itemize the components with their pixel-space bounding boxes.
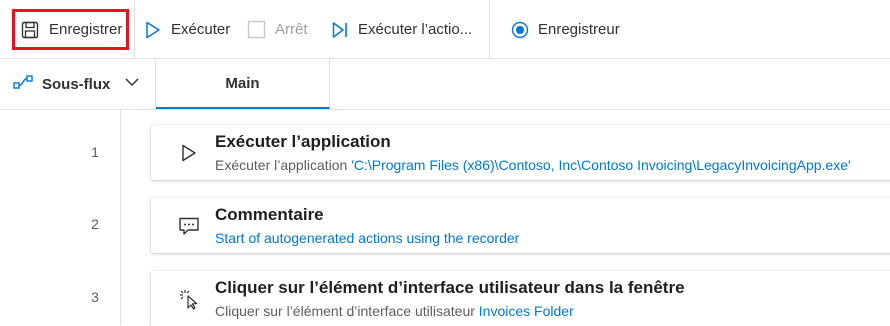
action-description: Cliquer sur l’élément d’interface utilis… bbox=[215, 303, 574, 319]
run-next-action-button[interactable]: Exécuter l’actio... bbox=[331, 0, 472, 59]
play-icon bbox=[177, 141, 201, 165]
action-run-application[interactable]: Exécuter l’application Exécuter l’applic… bbox=[151, 125, 890, 180]
run-next-action-label: Exécuter l’actio... bbox=[358, 21, 473, 38]
action-description-text: Cliquer sur l’élément d’interface utilis… bbox=[215, 303, 479, 319]
run-button[interactable]: Exécuter bbox=[144, 0, 230, 59]
action-title: Commentaire bbox=[215, 205, 324, 224]
play-icon bbox=[144, 20, 162, 40]
stop-icon bbox=[247, 20, 266, 39]
action-description: Start of autogenerated actions using the… bbox=[215, 230, 519, 246]
line-number: 1 bbox=[91, 144, 99, 160]
action-parameter-link[interactable]: 'C:\Program Files (x86)\Contoso, Inc\Con… bbox=[351, 157, 850, 173]
action-comment[interactable]: Commentaire Start of autogenerated actio… bbox=[151, 198, 890, 253]
tab-main[interactable]: Main bbox=[156, 59, 330, 109]
line-number-gutter-divider bbox=[120, 110, 121, 325]
action-title: Exécuter l’application bbox=[215, 132, 391, 151]
stop-label: Arrêt bbox=[275, 21, 308, 38]
chevron-down-icon bbox=[124, 74, 140, 94]
line-number: 2 bbox=[91, 216, 99, 232]
recorder-label: Enregistreur bbox=[538, 21, 620, 38]
subflow-icon bbox=[12, 73, 34, 95]
action-title: Cliquer sur l’élément d’interface utilis… bbox=[215, 278, 685, 297]
subflows-dropdown[interactable]: Sous-flux bbox=[12, 59, 140, 109]
comment-icon bbox=[177, 214, 201, 238]
toolbar: Enregistrer Exécuter Arrêt Exécuter l’ac… bbox=[0, 0, 890, 59]
step-forward-icon bbox=[331, 20, 349, 40]
toolbar-divider bbox=[134, 0, 135, 59]
click-icon bbox=[177, 287, 201, 311]
run-label: Exécuter bbox=[171, 21, 231, 38]
action-click-ui-element[interactable]: Cliquer sur l’élément d’interface utilis… bbox=[151, 271, 890, 326]
action-description-text: Exécuter l’application bbox=[215, 157, 352, 173]
save-highlight-frame bbox=[12, 9, 129, 50]
flow-canvas: 1 Exécuter l’application Exécuter l’appl… bbox=[0, 110, 890, 326]
action-parameter-link[interactable]: Invoices Folder bbox=[479, 303, 574, 319]
subflows-label: Sous-flux bbox=[42, 75, 111, 93]
recorder-button[interactable]: Enregistreur bbox=[511, 0, 620, 59]
stop-button[interactable]: Arrêt bbox=[247, 0, 308, 59]
toolbar-divider bbox=[489, 0, 490, 59]
action-description: Exécuter l’application 'C:\Program Files… bbox=[215, 157, 851, 173]
record-icon bbox=[511, 21, 529, 39]
tab-bar: Sous-flux Main bbox=[0, 59, 890, 110]
comment-text[interactable]: Start of autogenerated actions using the… bbox=[215, 230, 519, 246]
line-number: 3 bbox=[91, 289, 99, 305]
